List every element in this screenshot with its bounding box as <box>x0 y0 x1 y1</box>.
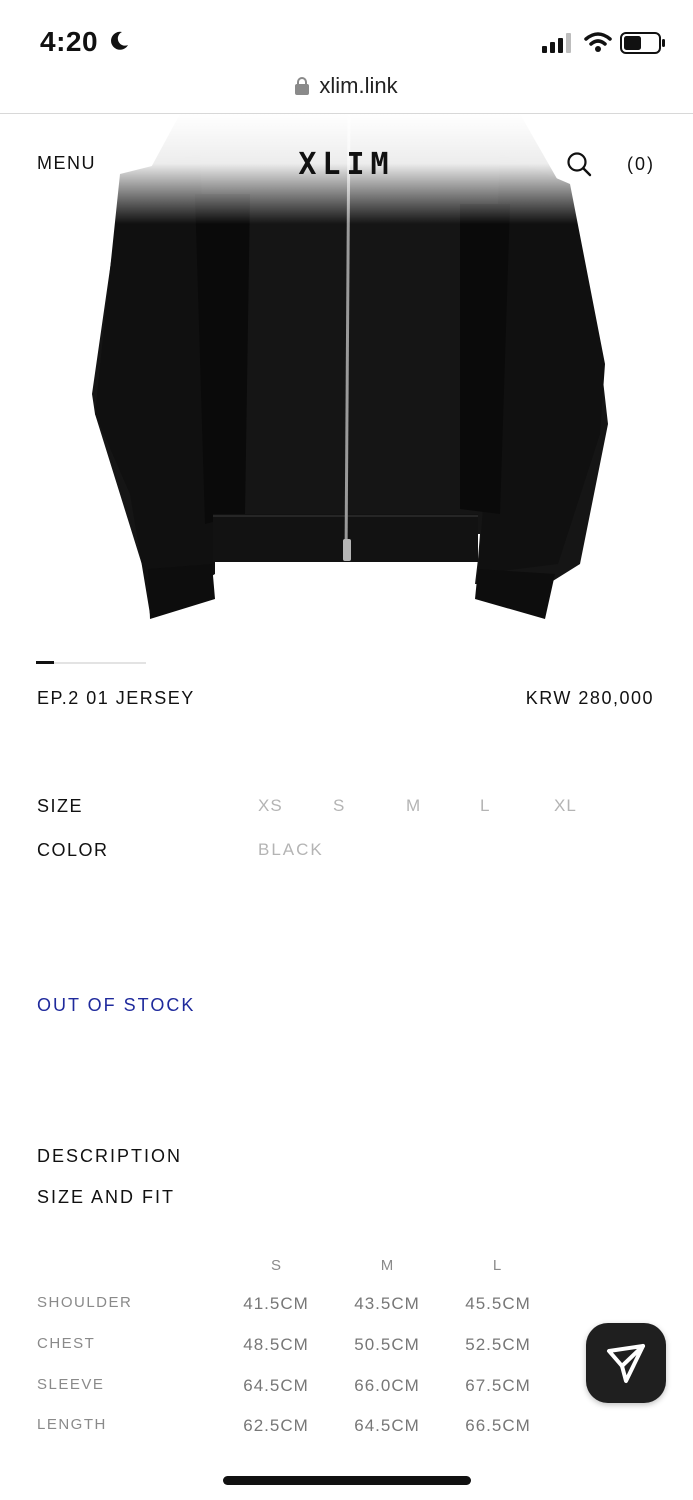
size-chart-row-label: CHEST <box>37 1335 96 1352</box>
size-chart-col-m: M <box>380 1257 394 1274</box>
size-chart-cell: 66.5CM <box>465 1416 531 1435</box>
color-label: COLOR <box>37 840 109 860</box>
size-option-xs[interactable]: XS <box>258 796 283 816</box>
size-chart-cell: 48.5CM <box>243 1335 309 1354</box>
size-chart-cell: 50.5CM <box>354 1335 420 1354</box>
size-chart-row-label: SHOULDER <box>37 1294 133 1311</box>
url-text: xlim.link <box>319 73 398 98</box>
size-chart-col-l: L <box>492 1257 502 1274</box>
moon-icon <box>111 31 128 50</box>
product-image[interactable] <box>0 114 693 654</box>
product-title: EP.2 01 JERSEY <box>37 688 195 708</box>
size-chart-cell: 52.5CM <box>465 1335 531 1354</box>
size-label: SIZE <box>37 796 84 816</box>
carousel-progress-fill <box>36 661 55 664</box>
cart-button[interactable]: (0) <box>627 154 655 175</box>
home-indicator[interactable] <box>223 1476 471 1485</box>
size-chart-cell: 41.5CM <box>243 1294 309 1313</box>
description-toggle[interactable]: DESCRIPTION <box>37 1146 182 1167</box>
size-chart-cell: 64.5CM <box>243 1376 309 1395</box>
signal-icon <box>542 33 571 53</box>
send-icon <box>607 1344 645 1383</box>
size-chart-cell: 67.5CM <box>465 1376 531 1395</box>
size-option-m[interactable]: M <box>406 796 421 816</box>
size-chart-cell: 43.5CM <box>354 1294 420 1313</box>
address-bar[interactable]: xlim.link <box>0 70 693 114</box>
size-chart-row-label: LENGTH <box>37 1416 107 1433</box>
size-chart-cell: 62.5CM <box>243 1416 309 1435</box>
size-option-s[interactable]: S <box>333 796 345 816</box>
size-and-fit-toggle[interactable]: SIZE AND FIT <box>37 1187 175 1208</box>
status-bar: 4:20 <box>0 0 693 70</box>
size-chart-cell: 64.5CM <box>354 1416 420 1435</box>
size-chart-row-label: SLEEVE <box>37 1376 105 1393</box>
send-fab-button[interactable] <box>586 1323 666 1403</box>
color-option-black[interactable]: BLACK <box>258 840 324 860</box>
search-icon[interactable] <box>566 151 592 177</box>
product-price: KRW 280,000 <box>525 688 654 708</box>
wifi-icon <box>584 32 612 52</box>
stock-status: OUT OF STOCK <box>37 995 196 1015</box>
size-chart-col-s: S <box>270 1257 281 1274</box>
size-option-l[interactable]: L <box>480 796 490 816</box>
size-chart-cell: 66.0CM <box>354 1376 420 1395</box>
size-option-xl[interactable]: XL <box>554 796 577 816</box>
battery-icon <box>620 32 665 54</box>
status-time: 4:20 <box>40 26 99 57</box>
lock-icon <box>295 77 310 95</box>
size-chart-cell: 45.5CM <box>465 1294 531 1313</box>
